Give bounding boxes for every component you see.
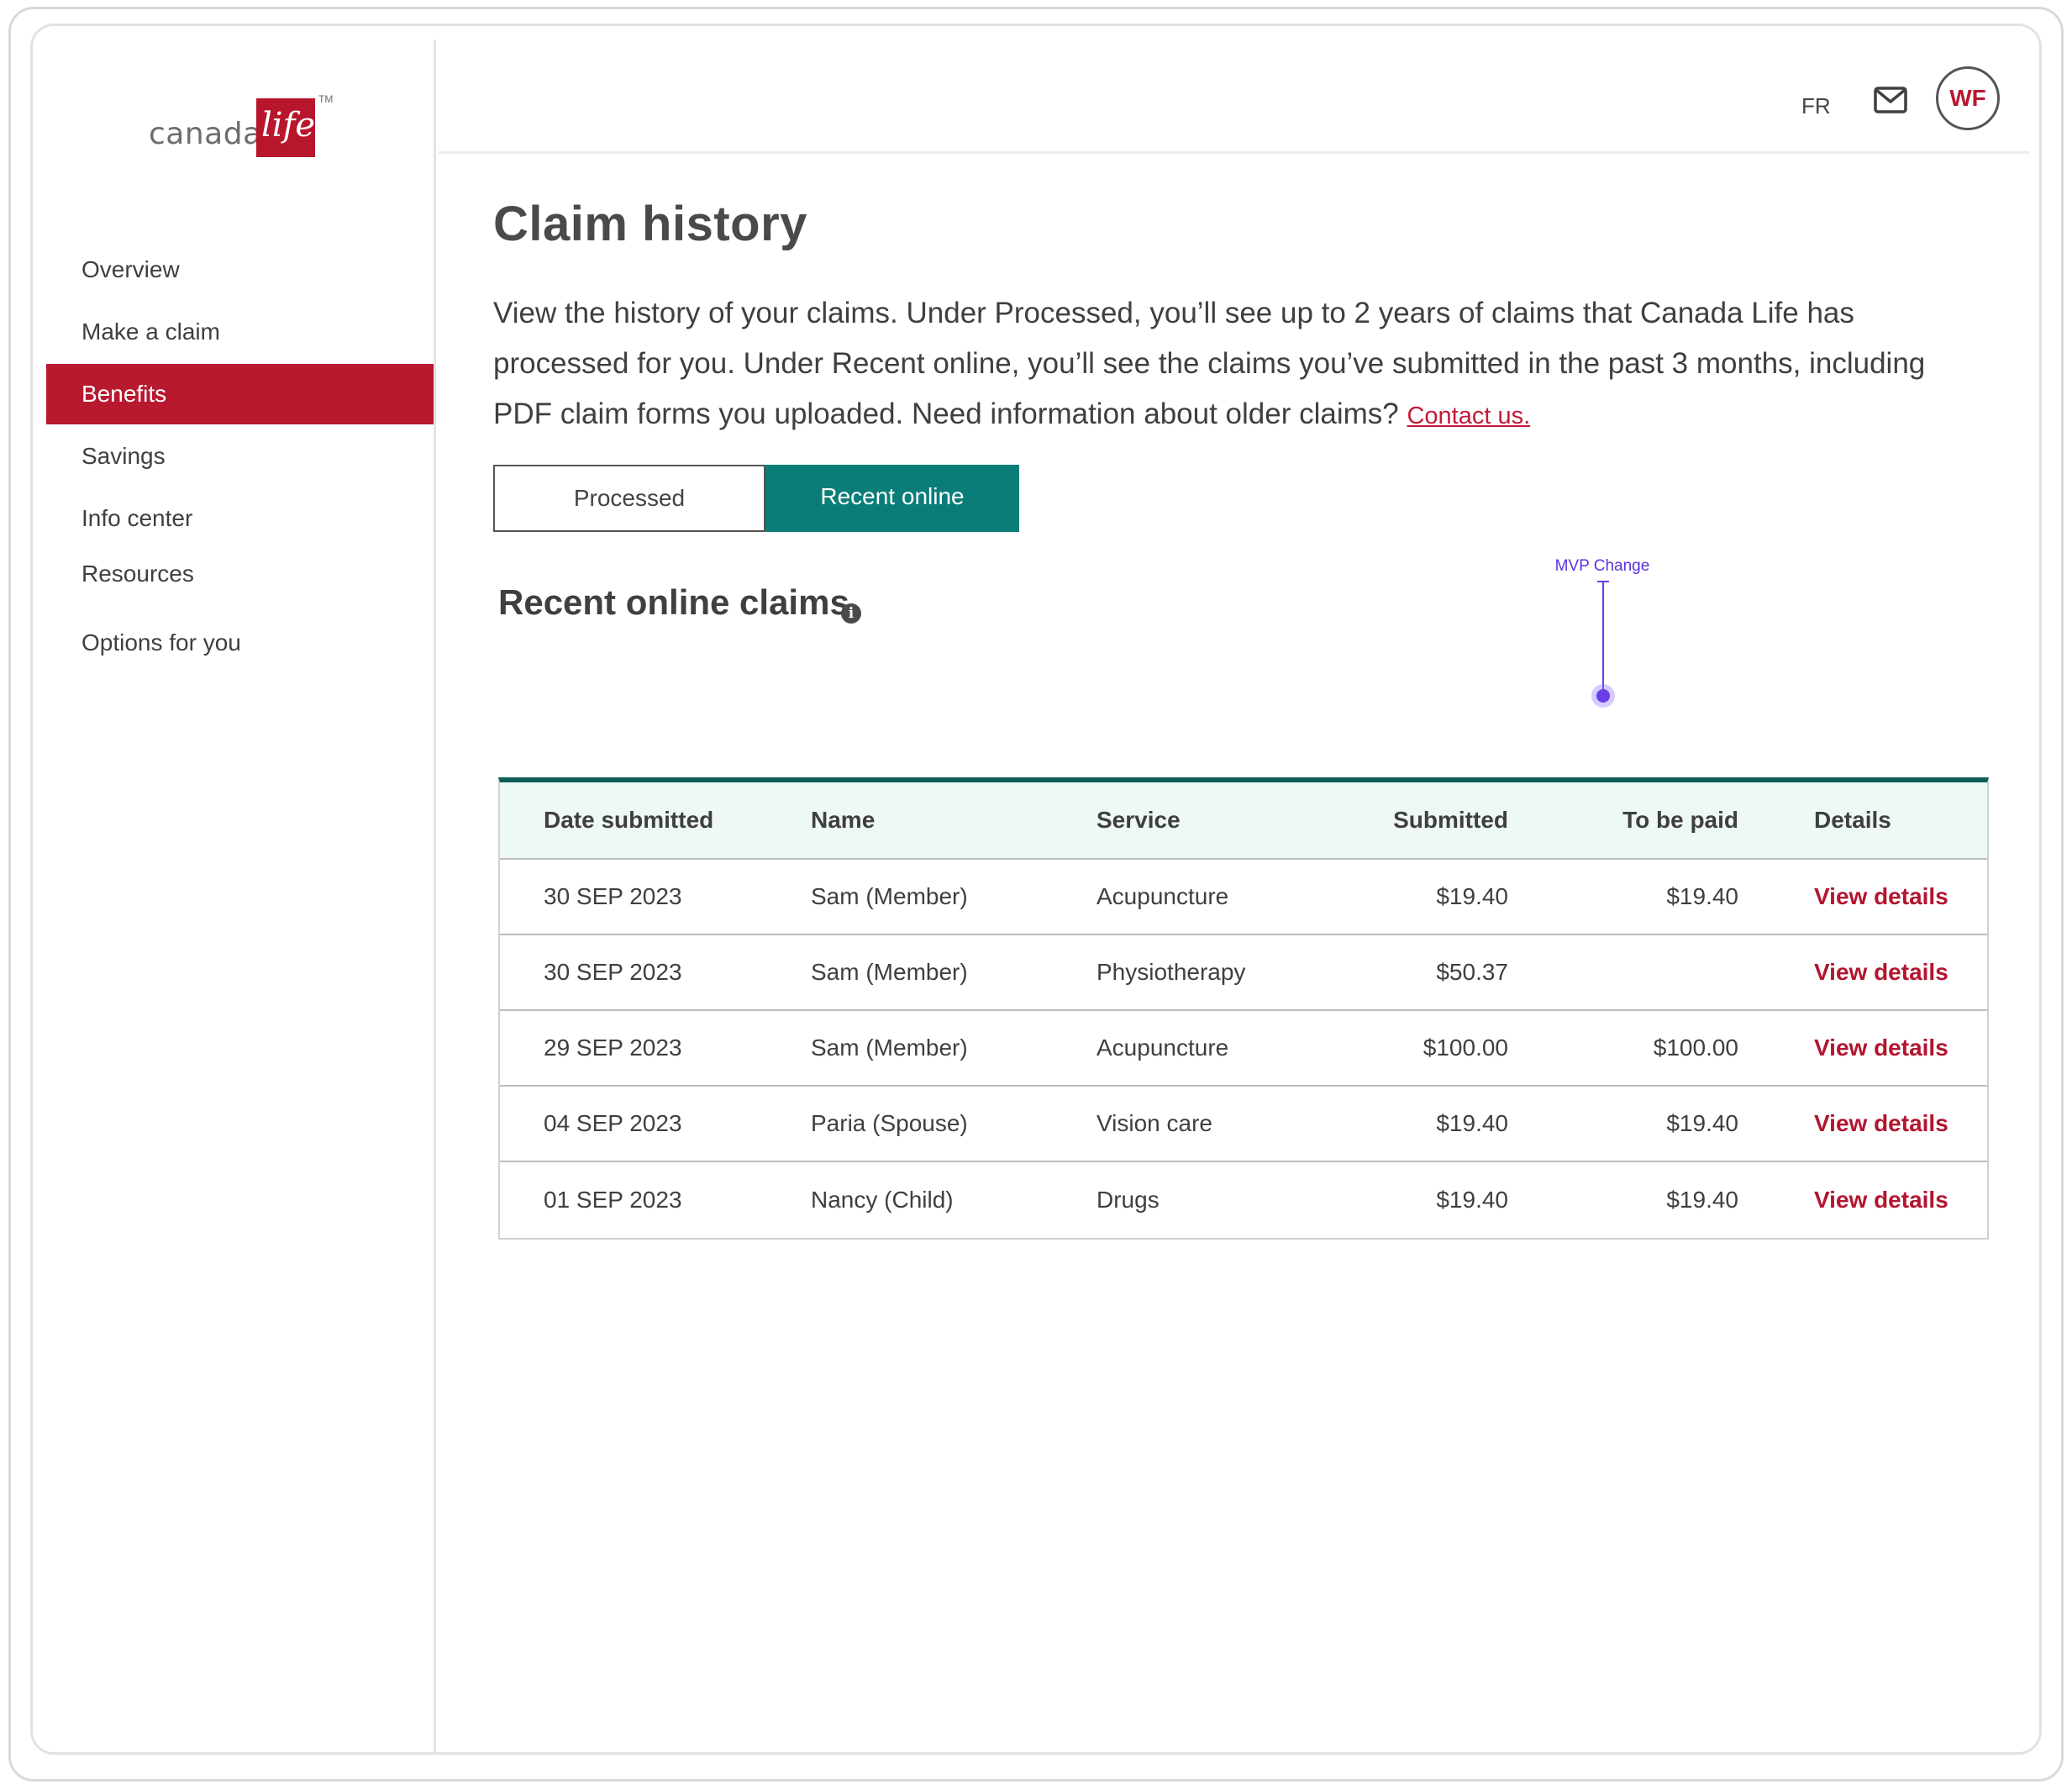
cell-date: 30 SEP 2023: [544, 883, 682, 909]
header-service: Service: [1096, 807, 1181, 833]
cell-service: Acupuncture: [1096, 1035, 1229, 1061]
canada-life-logo[interactable]: canada life TM: [140, 88, 333, 157]
user-avatar[interactable]: WF: [1936, 66, 2000, 130]
cell-service: Drugs: [1096, 1187, 1160, 1213]
header-to-be-paid: To be paid: [1622, 807, 1738, 833]
claims-table: Date submitted Name Service Submitted To…: [498, 777, 1989, 1240]
cell-submitted: $19.40: [1436, 1110, 1508, 1136]
cell-name: Sam (Member): [811, 959, 968, 985]
section-title: Recent online claims: [498, 582, 849, 622]
cell-submitted: $50.37: [1436, 959, 1508, 985]
cell-submitted: $19.40: [1436, 883, 1508, 909]
sidebar-item-info-center[interactable]: Info center: [46, 488, 434, 549]
cell-to-be-paid: $19.40: [1666, 1187, 1738, 1213]
header-name: Name: [811, 807, 876, 833]
view-details-link[interactable]: View details: [1814, 935, 1948, 1009]
cell-service: Acupuncture: [1096, 883, 1229, 909]
cell-submitted: $100.00: [1423, 1035, 1508, 1061]
sidebar-item-resources[interactable]: Resources: [46, 544, 434, 604]
annotation-dot: [1596, 689, 1610, 703]
intro-text: View the history of your claims. Under P…: [493, 297, 1926, 430]
table-row: 04 SEP 2023 Paria (Spouse) Vision care $…: [500, 1087, 1987, 1162]
sidebar-item-make-a-claim[interactable]: Make a claim: [46, 302, 434, 362]
view-details-link[interactable]: View details: [1814, 1087, 1948, 1161]
mail-icon[interactable]: [1874, 87, 1907, 113]
cell-name: Sam (Member): [811, 883, 968, 909]
sidebar: canada life TM Overview Make a claim Ben…: [46, 39, 436, 1752]
cell-service: Physiotherapy: [1096, 959, 1246, 985]
app-window: canada life TM Overview Make a claim Ben…: [30, 24, 2042, 1755]
table-row: 30 SEP 2023 Sam (Member) Acupuncture $19…: [500, 860, 1987, 935]
logo-wordmark: canada: [149, 117, 262, 151]
cell-to-be-paid: [1570, 935, 1738, 1009]
language-toggle[interactable]: FR: [1801, 93, 1831, 119]
cell-name: Nancy (Child): [811, 1187, 954, 1213]
cell-date: 29 SEP 2023: [544, 1035, 682, 1061]
cell-to-be-paid: $19.40: [1666, 883, 1738, 909]
cell-date: 01 SEP 2023: [544, 1187, 682, 1213]
annotation-label: MVP Change: [1554, 557, 1650, 575]
sidebar-item-overview[interactable]: Overview: [46, 240, 434, 300]
cell-name: Sam (Member): [811, 1035, 968, 1061]
cell-service: Vision care: [1096, 1110, 1213, 1136]
cell-submitted: $19.40: [1436, 1187, 1508, 1213]
tab-processed[interactable]: Processed: [493, 465, 765, 532]
logo-script: life: [261, 106, 316, 145]
header-details: Details: [1814, 807, 1891, 833]
info-icon[interactable]: i: [841, 603, 861, 624]
claim-tabs: Processed Recent online: [493, 465, 1019, 532]
top-bar: FR WF: [439, 39, 2029, 154]
table-row: 01 SEP 2023 Nancy (Child) Drugs $19.40 $…: [500, 1162, 1987, 1238]
sidebar-item-benefits[interactable]: Benefits: [46, 364, 434, 424]
cell-date: 04 SEP 2023: [544, 1110, 682, 1136]
table-row: 29 SEP 2023 Sam (Member) Acupuncture $10…: [500, 1011, 1987, 1087]
cell-date: 30 SEP 2023: [544, 959, 682, 985]
cell-to-be-paid: $19.40: [1666, 1110, 1738, 1136]
cell-name: Paria (Spouse): [811, 1110, 968, 1136]
page-title: Claim history: [493, 197, 807, 251]
header-submitted: Submitted: [1393, 807, 1508, 833]
table-row: 30 SEP 2023 Sam (Member) Physiotherapy $…: [500, 935, 1987, 1011]
table-header: Date submitted Name Service Submitted To…: [500, 782, 1987, 860]
tab-recent-online[interactable]: Recent online: [765, 465, 1019, 532]
contact-us-link[interactable]: Contact us.: [1407, 403, 1530, 429]
view-details-link[interactable]: View details: [1814, 1162, 1948, 1238]
intro-paragraph: View the history of your claims. Under P…: [493, 288, 1972, 441]
logo-trademark: TM: [318, 93, 334, 105]
view-details-link[interactable]: View details: [1814, 860, 1948, 934]
sidebar-item-options-for-you[interactable]: Options for you: [46, 613, 434, 673]
header-date-submitted: Date submitted: [544, 807, 714, 833]
view-details-link[interactable]: View details: [1814, 1011, 1948, 1085]
annotation-line: [1602, 581, 1604, 695]
cell-to-be-paid: $100.00: [1653, 1035, 1738, 1061]
sidebar-item-savings[interactable]: Savings: [46, 426, 434, 487]
